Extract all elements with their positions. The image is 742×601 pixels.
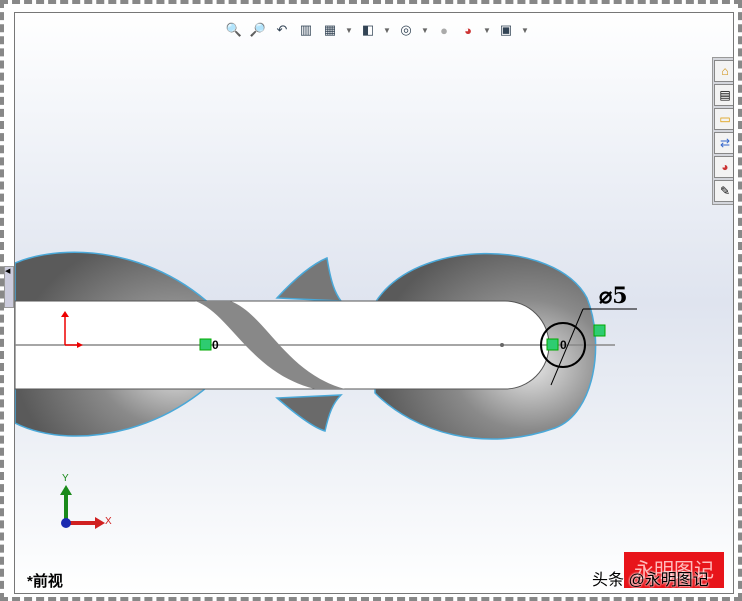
chevron-down-icon[interactable]: ▼ xyxy=(521,26,529,35)
section-view-icon[interactable]: ▥ xyxy=(297,21,315,39)
coordinate-triad xyxy=(60,485,105,529)
coincident-relation-icon xyxy=(546,338,559,351)
origin-label: 0 xyxy=(560,338,567,352)
graphics-viewport[interactable]: 0 0 ⌀5 X Y 🔍 🔎 ↶ ▥ ▦ ▼ ◧ ▼ ◎ ▼ ● ◕ ▼ ▣ ▼ ⌂ ▤ … xyxy=(14,12,734,594)
edit-appearance-icon[interactable]: ● xyxy=(435,21,453,39)
chevron-down-icon[interactable]: ▼ xyxy=(345,26,353,35)
display-style-icon[interactable]: ◧ xyxy=(359,21,377,39)
view-palette-icon[interactable]: ⇄ xyxy=(714,132,733,154)
zoom-to-fit-icon[interactable]: 🔍 xyxy=(225,21,243,39)
appearances-icon[interactable]: ◕ xyxy=(714,156,733,178)
window-frame: 0 0 ⌀5 X Y 🔍 🔎 ↶ ▥ ▦ ▼ ◧ ▼ ◎ ▼ ● ◕ ▼ ▣ ▼ ⌂ ▤ … xyxy=(0,0,742,601)
chevron-down-icon[interactable]: ▼ xyxy=(421,26,429,35)
watermark-text: 头条 @永明图记 xyxy=(592,572,709,589)
chevron-down-icon[interactable]: ▼ xyxy=(383,26,391,35)
center-twist-bottom xyxy=(275,394,343,432)
sketch-point xyxy=(500,343,504,347)
center-twist-top xyxy=(275,256,343,302)
home-icon[interactable]: ⌂ xyxy=(714,60,733,82)
origin-label: 0 xyxy=(212,338,219,352)
view-orientation-icon[interactable]: ▦ xyxy=(321,21,339,39)
custom-properties-icon[interactable]: ✎ xyxy=(714,180,733,202)
view-settings-icon[interactable]: ▣ xyxy=(497,21,515,39)
pierce-relation-icon xyxy=(593,324,606,337)
hide-show-items-icon[interactable]: ◎ xyxy=(397,21,415,39)
design-library-icon[interactable]: ▤ xyxy=(714,84,733,106)
triad-x-label: X xyxy=(105,516,112,527)
coincident-relation-icon xyxy=(199,338,212,351)
panel-collapse-handle[interactable]: ◀ xyxy=(4,266,14,308)
apply-scene-icon[interactable]: ◕ xyxy=(459,21,477,39)
heads-up-view-toolbar: 🔍 🔎 ↶ ▥ ▦ ▼ ◧ ▼ ◎ ▼ ● ◕ ▼ ▣ ▼ xyxy=(225,21,529,39)
diameter-dimension[interactable]: ⌀5 xyxy=(599,283,628,309)
view-name-label: *前视 xyxy=(27,573,63,590)
zoom-to-area-icon[interactable]: 🔎 xyxy=(249,21,267,39)
task-pane-tabs: ⌂ ▤ ▭ ⇄ ◕ ✎ xyxy=(712,57,733,205)
chevron-down-icon[interactable]: ▼ xyxy=(483,26,491,35)
file-explorer-icon[interactable]: ▭ xyxy=(714,108,733,130)
previous-view-icon[interactable]: ↶ xyxy=(273,21,291,39)
triad-y-label: Y xyxy=(62,473,69,484)
